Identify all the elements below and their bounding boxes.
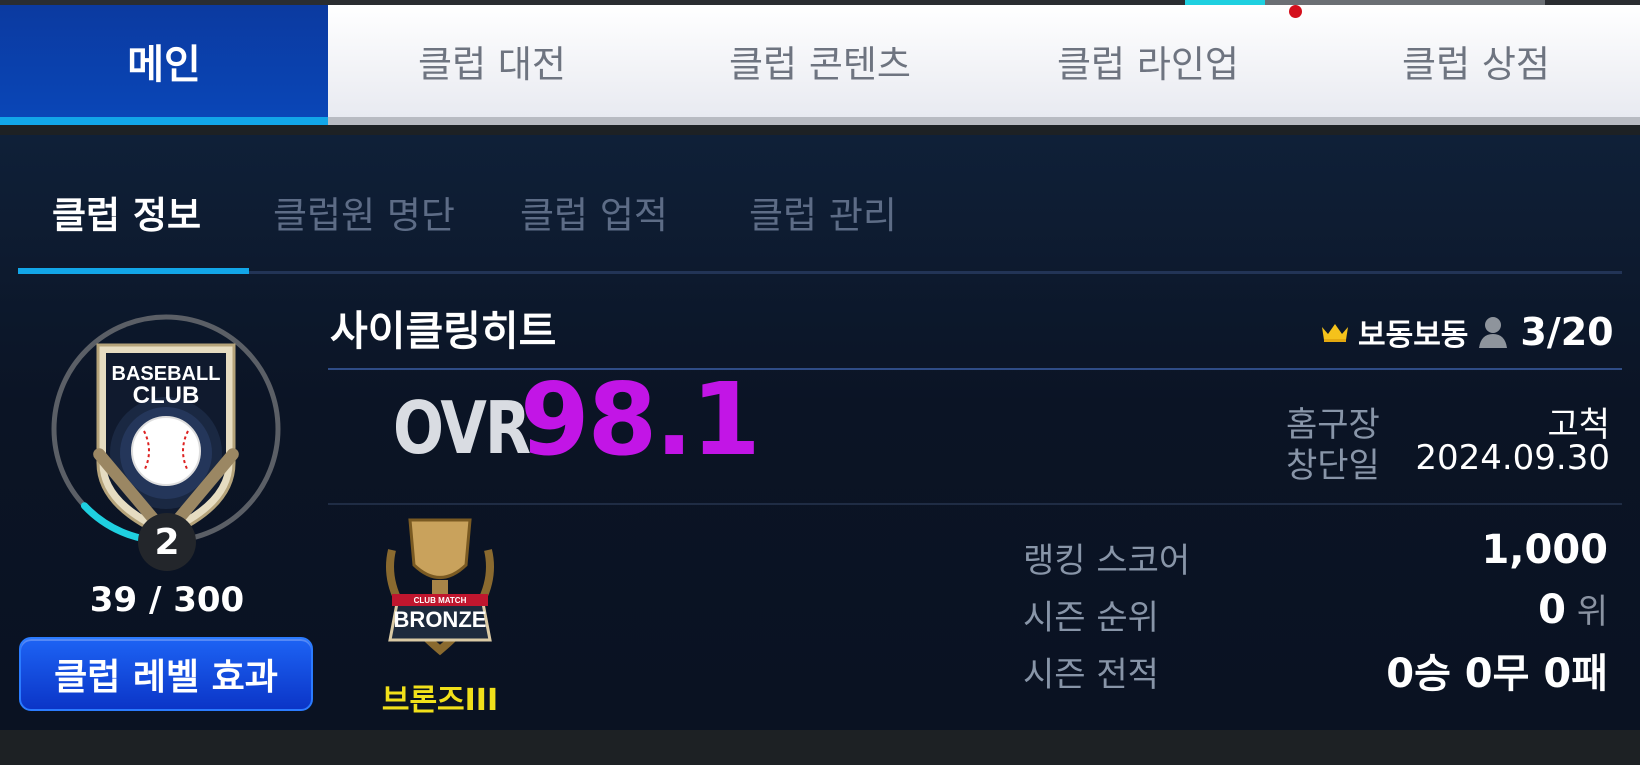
emblem-text-club: CLUB — [133, 382, 200, 409]
sub-tab-bar: 클럽 정보 클럽원 명단 클럽 업적 클럽 관리 — [18, 185, 1620, 249]
notification-dot — [1289, 5, 1302, 18]
subtab-member-list[interactable]: 클럽원 명단 — [273, 185, 455, 239]
club-tier-name: 브론즈III — [381, 683, 499, 718]
season-rank-label: 시즌 순위 — [1023, 598, 1159, 638]
ovr-value: 98.1 — [520, 361, 761, 478]
member-icon — [1479, 317, 1508, 348]
club-member-count: 3/20 — [1520, 310, 1614, 354]
club-owner-name: 보동보동 — [1358, 318, 1469, 353]
bronze-trophy-icon: CLUB MATCH BRONZE — [386, 518, 494, 656]
main-tab-active-indicator — [0, 117, 328, 125]
trophy-tier-text: BRONZE — [394, 607, 487, 632]
sub-tab-active-indicator — [18, 268, 249, 274]
season-record-label: 시즌 전적 — [1023, 655, 1159, 695]
tab-club-contents[interactable]: 클럽 콘텐츠 — [656, 5, 984, 117]
tab-club-battle[interactable]: 클럽 대전 — [328, 5, 656, 117]
club-name: 사이클링히트 — [330, 307, 557, 355]
crown-icon — [1322, 324, 1348, 342]
main-tab-bar: 메인 클럽 대전 클럽 콘텐츠 클럽 라인업 클럽 상점 — [0, 5, 1640, 125]
founded-value: 2024.09.30 — [1415, 438, 1610, 478]
club-emblem: BASEBALL CLUB — [51, 314, 281, 545]
subtab-club-achievements[interactable]: 클럽 업적 — [520, 185, 668, 239]
subtab-club-management[interactable]: 클럽 관리 — [749, 185, 897, 239]
tab-club-shop[interactable]: 클럽 상점 — [1312, 5, 1640, 117]
tab-main[interactable]: 메인 — [0, 5, 328, 117]
subtab-club-info[interactable]: 클럽 정보 — [52, 185, 201, 239]
trophy-sub-text: CLUB MATCH — [414, 596, 467, 605]
season-rank-value: 0 — [1538, 587, 1566, 633]
divider-line-2 — [328, 503, 1622, 505]
ranking-score-value: 1,000 — [1481, 527, 1608, 573]
tab-club-lineup[interactable]: 클럽 라인업 — [984, 5, 1312, 117]
season-record-value: 0승 0무 0패 — [1386, 651, 1608, 697]
club-level-badge: 2 — [138, 513, 196, 571]
club-owner-info: 보동보동 3/20 — [1320, 310, 1614, 354]
sub-tab-divider — [18, 271, 1622, 274]
season-rank: 0 위 — [1538, 584, 1608, 633]
club-exp-text: 39 / 300 — [89, 580, 245, 620]
founded-label: 창단일 — [1286, 446, 1380, 486]
ranking-score-label: 랭킹 스코어 — [1023, 541, 1191, 581]
club-info-panel: 클럽 정보 클럽원 명단 클럽 업적 클럽 관리 BASEBALL CLUB 2… — [0, 135, 1640, 730]
ovr-label: OVR — [393, 387, 531, 471]
club-level-effect-button[interactable]: 클럽 레벨 효과 — [19, 637, 313, 711]
season-rank-unit: 위 — [1576, 592, 1608, 632]
